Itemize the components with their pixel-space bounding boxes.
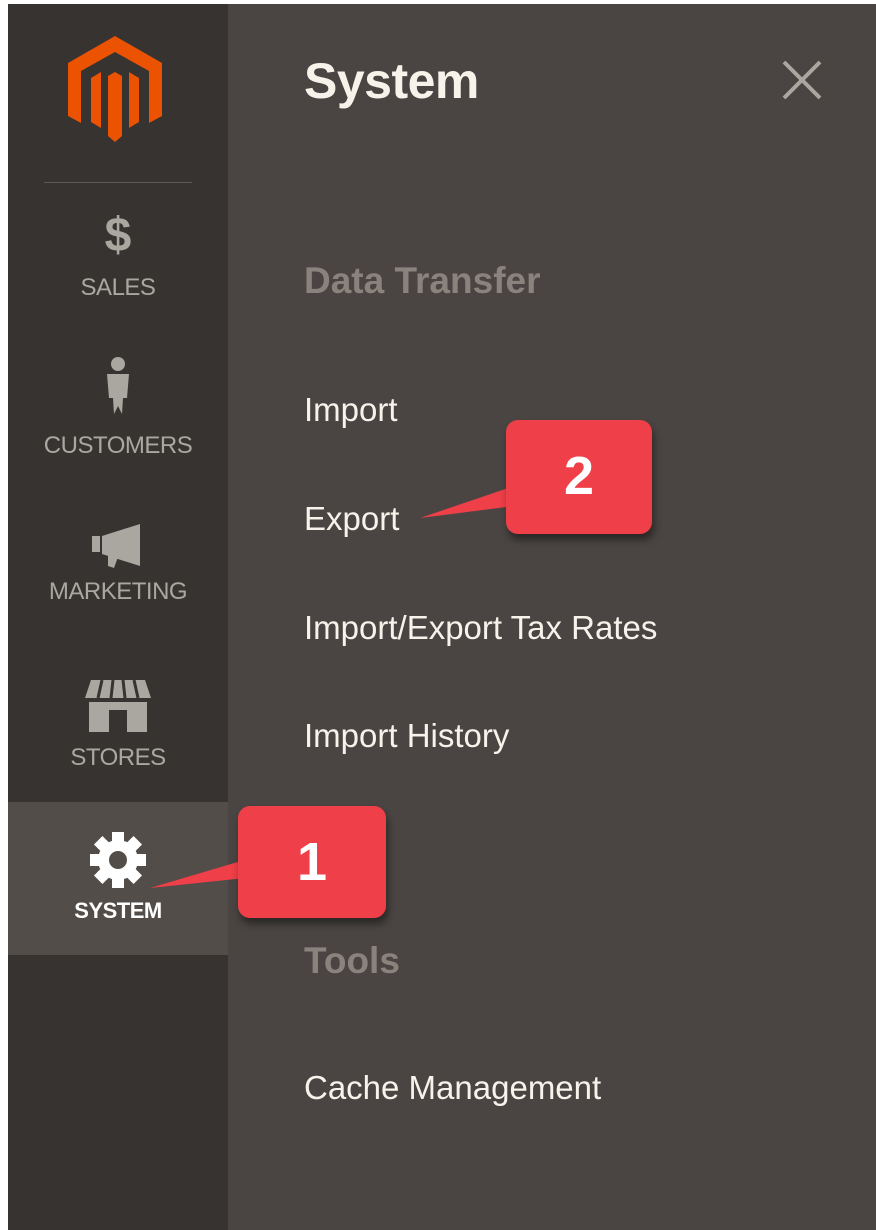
admin-menu: $ SALES CUSTOMERS MARKETING STORES SYSTE…: [8, 4, 876, 1230]
callout-badge-1: 1: [238, 806, 386, 918]
callout-badge-2: 2: [506, 420, 652, 534]
callout-pointers: [150, 482, 530, 888]
